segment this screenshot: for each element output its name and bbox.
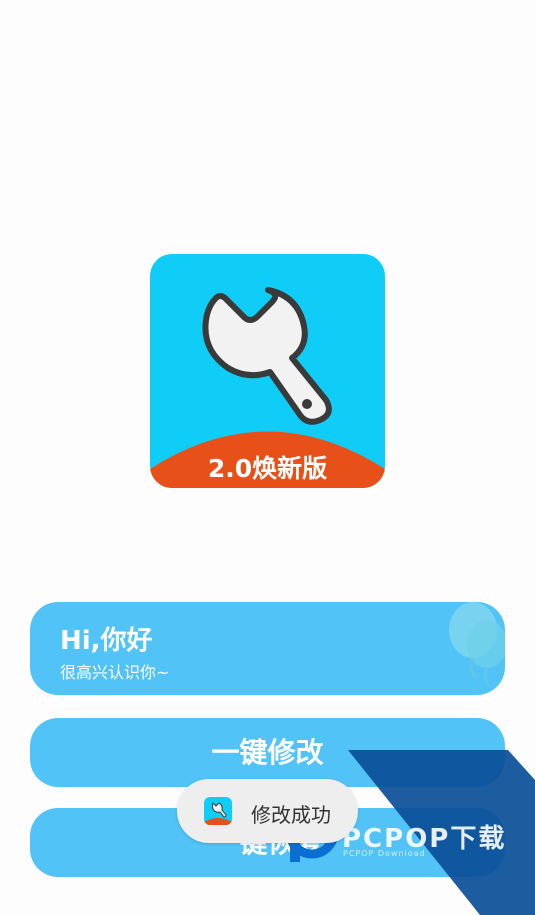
watermark-subtext: PCPOP Download xyxy=(343,849,426,858)
version-label: 2.0焕新版 xyxy=(207,454,328,483)
app-screen: 2.0焕新版 Hi,你好 很高兴认识你~ 一键修改 一键恢复 PCPOP下载 P… xyxy=(0,0,535,915)
app-logo: 2.0焕新版 xyxy=(150,254,385,488)
success-toast: 修改成功 xyxy=(177,779,358,843)
greeting-subtitle: 很高兴认识你~ xyxy=(60,663,170,682)
balloon-icon xyxy=(449,602,505,687)
toast-message: 修改成功 xyxy=(251,803,331,827)
greeting-title: Hi,你好 xyxy=(60,626,153,656)
app-logo-icon xyxy=(204,797,232,825)
greeting-card: Hi,你好 很高兴认识你~ xyxy=(30,602,505,695)
